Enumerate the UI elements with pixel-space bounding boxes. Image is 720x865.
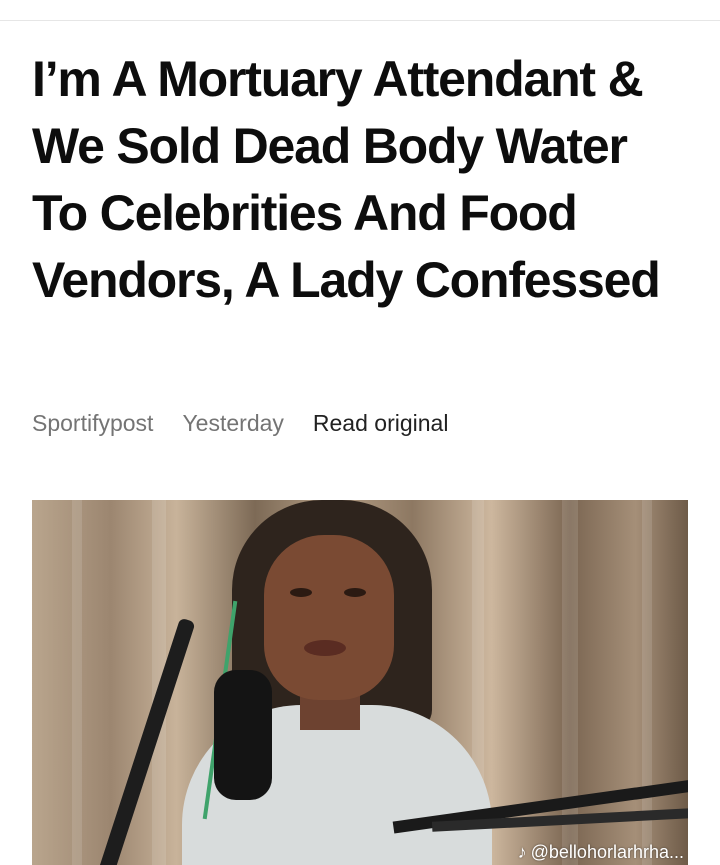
curtain-stripe (562, 500, 578, 865)
microphone-icon (214, 670, 272, 800)
top-divider (0, 20, 720, 21)
video-watermark: ♪ @bellohorlarhrha... (518, 839, 684, 865)
mic-arm (87, 617, 196, 865)
article-header: I’m A Mortuary Attendant & We Sold Dead … (32, 46, 692, 314)
article-title: I’m A Mortuary Attendant & We Sold Dead … (32, 51, 661, 308)
person-lips (304, 640, 346, 656)
person-face (264, 535, 394, 700)
article-meta: Sportifypost Yesterday Read original (32, 407, 448, 439)
watermark-handle: @bellohorlarhrha... (530, 841, 684, 862)
person-eye (344, 588, 366, 597)
publish-date: Yesterday (182, 410, 284, 436)
person-eye (290, 588, 312, 597)
read-original-link[interactable]: Read original (313, 407, 449, 439)
hero-image[interactable]: ♪ @bellohorlarhrha... (32, 500, 688, 865)
source-name[interactable]: Sportifypost (32, 407, 153, 439)
curtain-stripe (72, 500, 82, 865)
tiktok-icon: ♪ (517, 841, 527, 862)
